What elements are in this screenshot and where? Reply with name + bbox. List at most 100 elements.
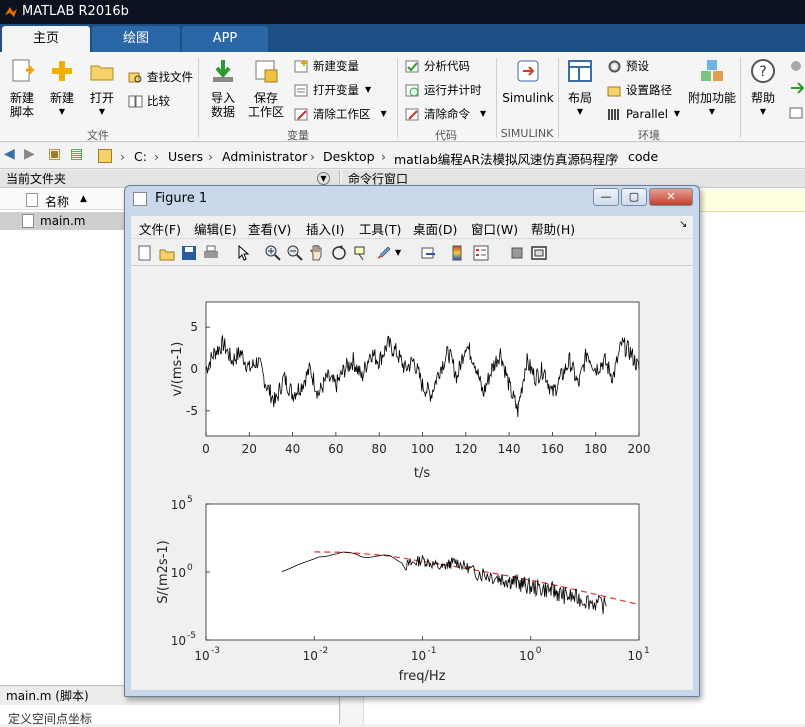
- maximize-button[interactable]: ▢: [621, 188, 647, 206]
- help-button[interactable]: ? 帮助 ▼: [748, 58, 778, 119]
- m-file-icon: [22, 214, 34, 228]
- set-path-button[interactable]: 设置路径: [607, 82, 672, 98]
- save-icon[interactable]: [181, 245, 197, 261]
- breadcrumb-code[interactable]: code: [628, 149, 658, 164]
- new-script-button[interactable]: 新建 脚本: [4, 58, 40, 119]
- compare-label: 比较: [147, 94, 170, 108]
- browse-folder-icon[interactable]: ▤: [70, 146, 83, 162]
- group-simulink-label: SIMULINK: [500, 127, 554, 140]
- menu-edit[interactable]: 编辑(E): [194, 219, 237, 238]
- data-cursor-icon[interactable]: [353, 245, 369, 261]
- back-arrow-icon[interactable]: ◀: [4, 146, 15, 162]
- link-plot-icon[interactable]: [421, 245, 437, 261]
- chevron-down-icon: ▼: [365, 85, 372, 94]
- analyze-code-button[interactable]: 分析代码: [405, 58, 470, 74]
- plot-canvas[interactable]: 0 20 40 60 80 100 120 140 160 180 200 50-5 t/s v/(…: [131, 266, 693, 690]
- close-button[interactable]: ✕: [649, 188, 693, 206]
- clear-workspace-label: 清除工作区: [313, 107, 371, 121]
- new-figure-icon[interactable]: [137, 245, 153, 261]
- menu-tools[interactable]: 工具(T): [359, 219, 401, 238]
- help-label: 帮助: [750, 91, 775, 105]
- menu-file[interactable]: 文件(F): [139, 219, 181, 238]
- breadcrumb-project-folder[interactable]: matlab编程AR法模拟风速仿真源码程序: [394, 149, 618, 168]
- print-icon[interactable]: [203, 245, 219, 261]
- tab-plots[interactable]: 绘图: [92, 26, 180, 52]
- menu-view[interactable]: 查看(V): [248, 219, 291, 238]
- show-plot-tools-icon[interactable]: [531, 245, 547, 261]
- zoom-out-icon[interactable]: [287, 245, 303, 261]
- sort-ascending-icon: ▲: [80, 194, 87, 204]
- pan-hand-icon[interactable]: [309, 245, 325, 261]
- find-files-button[interactable]: 查找文件: [128, 69, 193, 85]
- menu-insert[interactable]: 插入(I): [306, 219, 344, 238]
- figure-app-icon: [133, 192, 147, 206]
- clear-commands-button[interactable]: 清除命令 ▼: [405, 106, 486, 122]
- x-tick-label: 100: [411, 442, 434, 456]
- add-ons-button[interactable]: 附加功能 ▼: [688, 58, 736, 119]
- new-button[interactable]: 新建 ▼: [46, 58, 78, 119]
- simulink-button[interactable]: Simulink: [502, 58, 554, 105]
- menu-dock-icon[interactable]: ↘: [679, 219, 687, 230]
- chevron-down-icon: ▼: [98, 107, 106, 116]
- breadcrumb-separator-icon: ›: [381, 149, 386, 164]
- x-tick-label: 20: [242, 442, 257, 456]
- clear-commands-icon: [405, 108, 419, 120]
- breadcrumb-users[interactable]: Users: [168, 149, 203, 164]
- import-data-button[interactable]: 导入 数据: [206, 58, 240, 119]
- chevron-down-icon[interactable]: ▼: [395, 245, 411, 261]
- y-tick-label: 0: [190, 362, 198, 376]
- menu-window[interactable]: 窗口(W): [471, 219, 518, 238]
- x-tick-label-base: 10: [303, 649, 318, 663]
- menu-help[interactable]: 帮助(H): [531, 219, 575, 238]
- tab-home[interactable]: 主页: [2, 26, 90, 52]
- minimize-button[interactable]: —: [593, 188, 619, 206]
- breadcrumb-desktop[interactable]: Desktop: [323, 149, 375, 164]
- gear-icon: [608, 60, 621, 72]
- menu-desktop[interactable]: 桌面(D): [413, 219, 457, 238]
- group-environment-label: 环境: [638, 129, 660, 142]
- folder-icon: [98, 149, 112, 163]
- x-tick-label-exponent: -1: [428, 646, 437, 656]
- figure-plot-area: 0 20 40 60 80 100 120 140 160 180 200 5 0 -5 t/s v/(…: [131, 266, 693, 690]
- parallel-button[interactable]: Parallel ▼: [607, 106, 680, 122]
- clear-workspace-icon: [294, 108, 308, 120]
- open-file-icon[interactable]: [159, 245, 175, 261]
- compare-button[interactable]: 比较: [128, 93, 170, 109]
- layout-button[interactable]: 布局 ▼: [565, 58, 595, 119]
- run-and-time-button[interactable]: 运行并计时: [405, 82, 482, 98]
- breadcrumb-administrator[interactable]: Administrator: [222, 149, 307, 164]
- panel-menu-icon[interactable]: ▼: [317, 172, 330, 185]
- parallel-icon: [608, 108, 619, 120]
- up-folder-icon[interactable]: ▣: [48, 146, 61, 162]
- colorbar-icon[interactable]: [449, 245, 465, 261]
- breadcrumb-c-drive[interactable]: C:: [134, 149, 147, 164]
- preferences-label: 预设: [626, 59, 649, 73]
- rotate-3d-icon[interactable]: [331, 245, 347, 261]
- details-text: 定义空间点坐标: [8, 712, 93, 726]
- compare-icon: [128, 95, 143, 107]
- brush-icon[interactable]: [375, 245, 391, 261]
- ribbon-divider: [496, 58, 497, 138]
- community-icons[interactable]: [786, 58, 805, 124]
- axes-2-ylabel: S/(m2s-1): [156, 540, 171, 603]
- preferences-button[interactable]: 预设: [607, 58, 649, 74]
- hide-plot-tools-icon[interactable]: [509, 245, 525, 261]
- new-variable-button[interactable]: 新建变量: [294, 58, 359, 74]
- clear-workspace-button[interactable]: 清除工作区 ▼: [294, 106, 387, 122]
- new-variable-icon: [294, 59, 308, 72]
- axes-2-y-ticks: 10 510 010 -5: [171, 495, 210, 648]
- pointer-icon[interactable]: [235, 245, 251, 261]
- tab-apps[interactable]: APP: [182, 26, 268, 52]
- zoom-in-icon[interactable]: [265, 245, 281, 261]
- legend-icon[interactable]: [473, 245, 489, 261]
- figure-window[interactable]: Figure 1 — ▢ ✕ 文件(F) 编辑(E) 查看(V) 插入(I) 工…: [124, 185, 700, 697]
- x-tick-label-exponent: 0: [536, 646, 542, 656]
- address-bar: ◀ ▶ ▣ ▤ › C: › Users › Administrator › D…: [0, 143, 805, 169]
- open-variable-icon: [294, 84, 308, 96]
- column-name-header[interactable]: 名称: [45, 193, 69, 210]
- run-and-time-icon: [405, 84, 419, 96]
- save-workspace-button[interactable]: 保存 工作区: [246, 58, 286, 119]
- forward-arrow-icon[interactable]: ▶: [24, 146, 35, 162]
- open-button[interactable]: 打开 ▼: [86, 58, 118, 119]
- open-variable-button[interactable]: 打开变量 ▼: [294, 82, 371, 98]
